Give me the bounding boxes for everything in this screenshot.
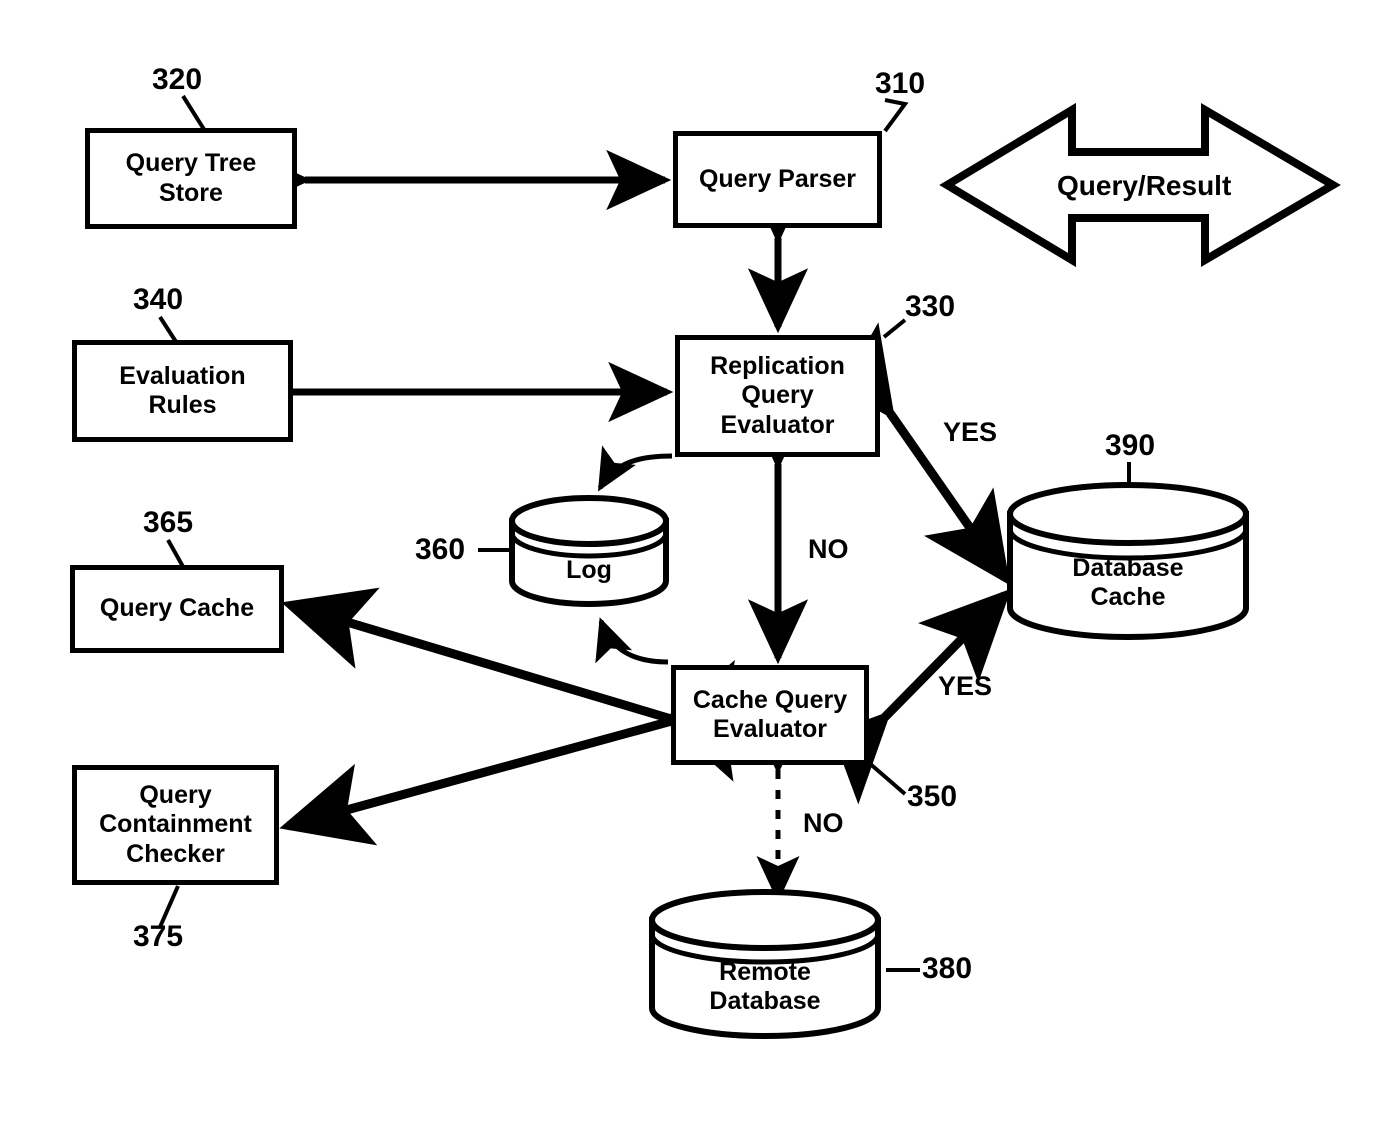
node-query-containment-checker-label: Query Containment Checker bbox=[87, 781, 264, 869]
figure-canvas: Query Tree Store Query Parser Evaluation R… bbox=[0, 0, 1389, 1131]
label-line-3: Checker bbox=[126, 839, 225, 868]
ref-label-390: 390 bbox=[1105, 429, 1156, 462]
label-line-2: Containment bbox=[99, 810, 252, 839]
yes-label-upper: YES bbox=[943, 417, 998, 447]
ref-label-340: 340 bbox=[133, 283, 184, 316]
label-line-2: Cache bbox=[1090, 583, 1166, 612]
node-evaluation-rules-label: Evaluation Rules bbox=[107, 362, 257, 421]
label-line-2: Rules bbox=[148, 391, 217, 419]
label-line-2: Query bbox=[741, 381, 814, 410]
label-line-3: Evaluator bbox=[720, 410, 835, 439]
node-query-tree-store[interactable]: Query Tree Store bbox=[85, 128, 297, 229]
node-database-cache-label: Database Cache bbox=[1010, 554, 1246, 613]
label-line-1: Evaluation bbox=[119, 361, 246, 390]
node-query-tree-store-label: Query Tree Store bbox=[114, 149, 269, 208]
ref-label-330: 330 bbox=[905, 290, 956, 323]
node-query-cache[interactable]: Query Cache bbox=[70, 565, 284, 653]
node-replication-query-evaluator-label: Replication Query Evaluator bbox=[698, 352, 857, 440]
node-query-parser[interactable]: Query Parser bbox=[673, 131, 882, 228]
node-remote-database-label: Remote Database bbox=[652, 958, 878, 1017]
ref-label-375: 375 bbox=[133, 920, 184, 953]
label-line-1: Remote bbox=[719, 958, 811, 986]
ref-label-350: 350 bbox=[907, 780, 958, 813]
no-label-middle: NO bbox=[808, 534, 849, 564]
label-line-1: Database bbox=[1072, 554, 1184, 582]
label-line-1: Query Tree bbox=[125, 149, 257, 178]
log-cylinder bbox=[509, 495, 669, 607]
label-line-1: Cache Query bbox=[692, 685, 848, 714]
leader-line-310 bbox=[883, 98, 909, 133]
ref-label-360: 360 bbox=[415, 533, 466, 566]
label-line-1: Log bbox=[566, 556, 612, 584]
leader-line-350 bbox=[866, 760, 907, 796]
yes-label-lower: YES bbox=[938, 671, 993, 701]
label-line-2: Database bbox=[709, 987, 821, 1016]
label-line-1: Query bbox=[139, 781, 212, 810]
label-line-2: Evaluator bbox=[713, 715, 827, 743]
query-result-label: Query/Result bbox=[1057, 170, 1232, 201]
edge-cache-evaluator-to-query-cache bbox=[281, 587, 758, 782]
node-evaluation-rules[interactable]: Evaluation Rules bbox=[72, 340, 293, 442]
label-line-1: Replication bbox=[710, 352, 845, 381]
ref-label-310: 310 bbox=[875, 67, 926, 100]
node-cache-query-evaluator[interactable]: Cache Query Evaluator bbox=[671, 665, 869, 765]
edge-cache-evaluator-to-log bbox=[595, 617, 669, 665]
node-query-parser-label: Query Parser bbox=[698, 164, 857, 193]
node-query-cache-label: Query Cache bbox=[99, 594, 255, 623]
ref-label-380: 380 bbox=[922, 952, 973, 985]
label-line-2: Store bbox=[159, 178, 223, 207]
node-log-label: Log bbox=[512, 556, 666, 585]
ref-label-365: 365 bbox=[143, 506, 194, 539]
ref-label-320: 320 bbox=[152, 63, 203, 96]
node-replication-query-evaluator[interactable]: Replication Query Evaluator bbox=[675, 335, 880, 457]
node-cache-query-evaluator-label: Cache Query Evaluator bbox=[681, 686, 859, 745]
edge-cache-evaluator-to-containment-checker bbox=[279, 659, 758, 846]
no-label-lower: NO bbox=[803, 808, 844, 838]
node-query-containment-checker[interactable]: Query Containment Checker bbox=[72, 765, 279, 885]
edge-replication-evaluator-to-log bbox=[597, 445, 673, 492]
leader-line-320 bbox=[181, 94, 207, 133]
leader-line-330 bbox=[882, 318, 907, 339]
